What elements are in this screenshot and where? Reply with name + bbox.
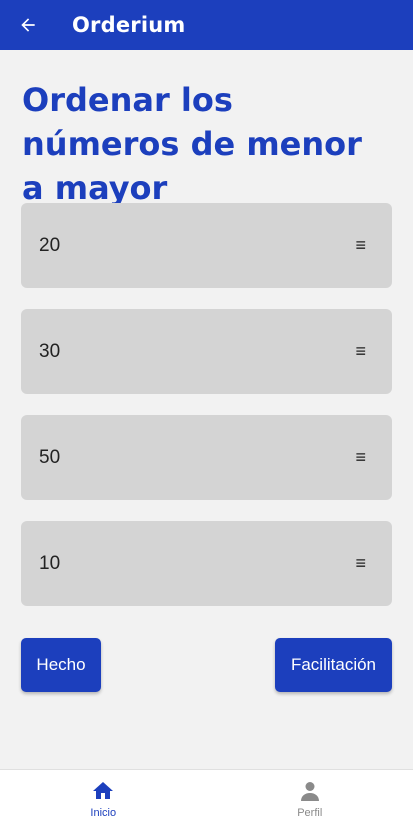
page-title: Ordenar los números de menor a mayor bbox=[22, 78, 392, 210]
done-button[interactable]: Hecho bbox=[21, 638, 101, 692]
person-icon bbox=[298, 779, 322, 803]
item-value: 10 bbox=[39, 553, 60, 575]
nav-label-home: Inicio bbox=[90, 807, 116, 819]
sortable-item[interactable]: 20 ≡ bbox=[21, 203, 392, 288]
sortable-item[interactable]: 10 ≡ bbox=[21, 521, 392, 606]
help-button[interactable]: Facilitación bbox=[275, 638, 392, 692]
arrow-left-icon bbox=[18, 15, 38, 35]
sortable-item[interactable]: 30 ≡ bbox=[21, 309, 392, 394]
item-value: 30 bbox=[39, 341, 60, 363]
app-title: Orderium bbox=[72, 13, 185, 37]
app-bar: Orderium bbox=[0, 0, 413, 50]
sortable-item[interactable]: 50 ≡ bbox=[21, 415, 392, 500]
drag-handle-icon[interactable]: ≡ bbox=[355, 553, 366, 574]
sortable-number-list: 20 ≡ 30 ≡ 50 ≡ 10 ≡ bbox=[21, 203, 392, 627]
nav-label-profile: Perfil bbox=[297, 807, 322, 819]
drag-handle-icon[interactable]: ≡ bbox=[355, 447, 366, 468]
back-button[interactable] bbox=[0, 0, 56, 50]
item-value: 20 bbox=[39, 235, 60, 257]
nav-item-home[interactable]: Inicio bbox=[0, 770, 207, 827]
home-icon bbox=[91, 779, 115, 803]
nav-item-profile[interactable]: Perfil bbox=[207, 770, 413, 827]
item-value: 50 bbox=[39, 447, 60, 469]
drag-handle-icon[interactable]: ≡ bbox=[355, 235, 366, 256]
bottom-navigation: Inicio Perfil bbox=[0, 769, 413, 827]
drag-handle-icon[interactable]: ≡ bbox=[355, 341, 366, 362]
